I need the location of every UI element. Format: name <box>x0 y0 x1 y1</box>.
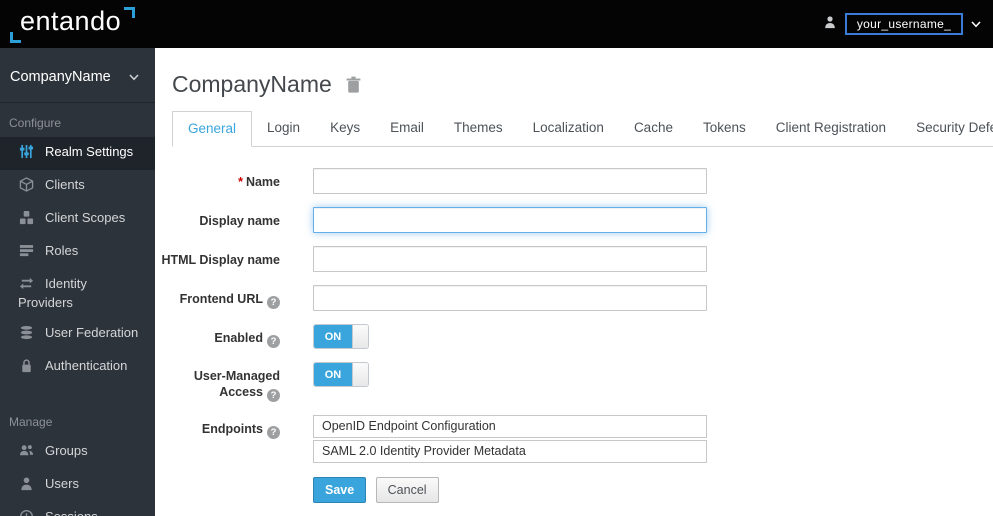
display-name-label: Display name <box>199 214 280 228</box>
enabled-toggle[interactable]: ON <box>313 324 369 349</box>
lock-icon <box>18 358 34 377</box>
sliders-icon <box>18 144 34 163</box>
realm-selector[interactable]: CompanyName <box>0 48 155 103</box>
sidebar-item-label: Groups <box>45 443 88 458</box>
toggle-on-label: ON <box>314 363 352 386</box>
toggle-on-label: ON <box>314 325 352 348</box>
username-box[interactable]: your_username_ <box>845 13 963 35</box>
realm-selector-label: CompanyName <box>10 69 111 85</box>
sidebar-item-label: Users <box>45 476 79 491</box>
toggle-handle <box>352 325 368 348</box>
trash-icon[interactable] <box>345 76 362 93</box>
group-icon <box>18 443 34 462</box>
username-text: your_username_ <box>856 17 952 31</box>
section-label-manage: Manage <box>9 415 53 429</box>
chevron-down-icon[interactable] <box>971 15 981 33</box>
help-icon[interactable]: ? <box>267 426 280 439</box>
sidebar-item-user-federation[interactable]: User Federation <box>0 318 155 351</box>
sidebar-item-label: Client Scopes <box>45 210 126 225</box>
sidebar-item-authentication[interactable]: Authentication <box>0 351 155 384</box>
cube-icon <box>18 177 34 196</box>
sidebar-item-groups[interactable]: Groups <box>0 436 155 469</box>
endpoints-label: Endpoints? <box>155 415 280 503</box>
openid-endpoint-link[interactable]: OpenID Endpoint Configuration <box>313 415 707 438</box>
tab-tokens[interactable]: Tokens <box>688 111 761 147</box>
user-managed-access-toggle[interactable]: ON <box>313 362 369 387</box>
chevron-down-icon <box>129 69 139 85</box>
html-display-name-input[interactable] <box>313 246 707 272</box>
tab-login[interactable]: Login <box>252 111 315 147</box>
logo-text: entando <box>20 5 122 36</box>
required-marker: * <box>238 175 243 189</box>
help-icon[interactable]: ? <box>267 335 280 348</box>
clock-icon <box>18 509 34 516</box>
sidebar-item-client-scopes[interactable]: Client Scopes <box>0 203 155 236</box>
cubes-icon <box>18 210 34 229</box>
html-display-name-label: HTML Display name <box>161 253 280 267</box>
user-area: your_username_ <box>823 13 981 35</box>
sidebar-item-label: User Federation <box>45 325 139 340</box>
display-name-input[interactable] <box>313 207 707 233</box>
sidebar-item-roles[interactable]: Roles <box>0 236 155 269</box>
sidebar-item-identity-providers[interactable]: Identity Providers <box>0 269 155 318</box>
entando-logo: entando <box>8 5 137 44</box>
section-label-configure: Configure <box>9 116 62 130</box>
top-bar: entando your_username_ <box>0 0 993 48</box>
tab-general[interactable]: General <box>172 111 253 147</box>
sidebar-item-clients[interactable]: Clients <box>0 170 155 203</box>
help-icon[interactable]: ? <box>267 389 280 402</box>
frontend-url-label: Frontend URL? <box>155 285 280 311</box>
page-title: CompanyName <box>172 71 332 97</box>
tab-client-registration[interactable]: Client Registration <box>761 111 901 147</box>
sidebar-item-label: Realm Settings <box>45 144 134 159</box>
enabled-label: Enabled? <box>155 324 280 349</box>
tab-cache[interactable]: Cache <box>619 111 688 147</box>
tab-email[interactable]: Email <box>375 111 439 147</box>
sidebar-item-label: Authentication <box>45 358 128 373</box>
main-content: CompanyName General Login Keys Email The… <box>155 48 993 516</box>
user-icon <box>18 476 34 495</box>
sidebar-item-sessions[interactable]: Sessions <box>0 502 155 516</box>
list-icon <box>18 243 34 262</box>
help-icon[interactable]: ? <box>267 296 280 309</box>
sidebar-item-label: Roles <box>45 243 79 258</box>
tab-themes[interactable]: Themes <box>439 111 518 147</box>
sidebar: CompanyName Configure Realm Settings Cli… <box>0 48 155 516</box>
tab-security-defenses[interactable]: Security Defenses <box>901 111 993 147</box>
exchange-arrows-icon <box>18 276 34 295</box>
cancel-button[interactable]: Cancel <box>375 477 439 503</box>
realm-settings-form: * Name Display name HTML Display name Fr… <box>155 168 993 503</box>
database-icon <box>18 325 34 344</box>
save-button[interactable]: Save <box>313 477 367 503</box>
person-icon <box>823 15 837 34</box>
name-label: * Name <box>238 175 280 189</box>
sidebar-item-label: Sessions <box>45 509 98 516</box>
sidebar-item-users[interactable]: Users <box>0 469 155 502</box>
frontend-url-input[interactable] <box>313 285 707 311</box>
saml-metadata-link[interactable]: SAML 2.0 Identity Provider Metadata <box>313 440 707 463</box>
tab-bar: General Login Keys Email Themes Localiza… <box>172 111 993 147</box>
sidebar-item-realm-settings[interactable]: Realm Settings <box>0 137 155 170</box>
tab-keys[interactable]: Keys <box>315 111 375 147</box>
name-input[interactable] <box>313 168 707 194</box>
tab-localization[interactable]: Localization <box>518 111 619 147</box>
sidebar-item-label: Clients <box>45 177 85 192</box>
user-managed-access-label: User-Managed Access? <box>193 369 280 402</box>
toggle-handle <box>352 363 368 386</box>
